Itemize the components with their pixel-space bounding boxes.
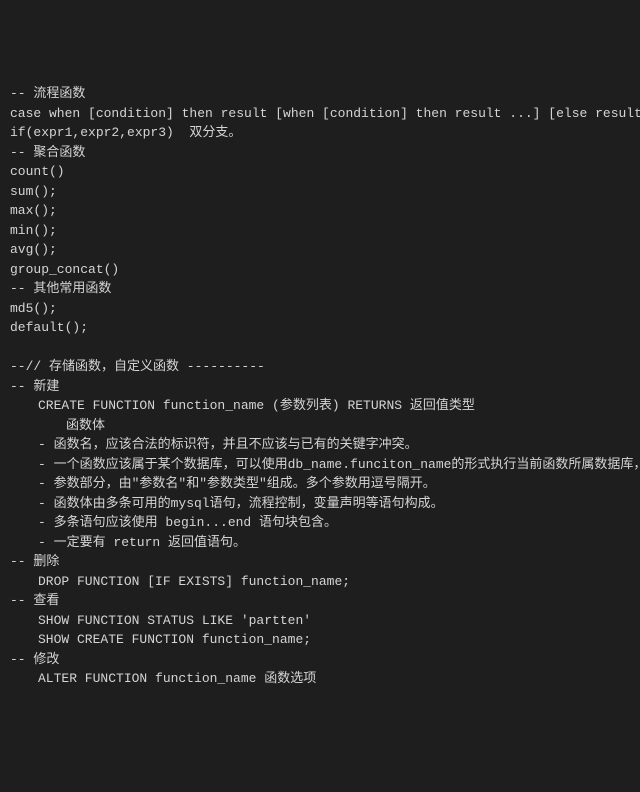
code-line: min(); [10,221,630,241]
code-line: ALTER FUNCTION function_name 函数选项 [10,669,630,689]
code-line: 函数体 [10,416,630,436]
code-line: group_concat() [10,260,630,280]
code-line: -- 流程函数 [10,84,630,104]
code-line: case when [condition] then result [when … [10,104,630,124]
code-line: - 函数体由多条可用的mysql语句，流程控制，变量声明等语句构成。 [10,494,630,514]
code-line: avg(); [10,240,630,260]
code-line: default(); [10,318,630,338]
code-line: md5(); [10,299,630,319]
code-line: -- 查看 [10,591,630,611]
code-line: -- 删除 [10,552,630,572]
code-line: SHOW CREATE FUNCTION function_name; [10,630,630,650]
code-line: - 多条语句应该使用 begin...end 语句块包含。 [10,513,630,533]
code-line: - 一定要有 return 返回值语句。 [10,533,630,553]
code-line: -- 聚合函数 [10,143,630,163]
code-line: - 一个函数应该属于某个数据库，可以使用db_name.funciton_nam… [10,455,630,475]
code-line: - 函数名，应该合法的标识符，并且不应该与已有的关键字冲突。 [10,435,630,455]
code-line: --// 存储函数，自定义函数 ---------- [10,357,630,377]
code-line: - 参数部分，由"参数名"和"参数类型"组成。多个参数用逗号隔开。 [10,474,630,494]
code-line: SHOW FUNCTION STATUS LIKE 'partten' [10,611,630,631]
code-block: -- 流程函数case when [condition] then result… [10,84,630,689]
code-line: DROP FUNCTION [IF EXISTS] function_name; [10,572,630,592]
code-line: CREATE FUNCTION function_name (参数列表) RET… [10,396,630,416]
code-line [10,338,630,358]
code-line: sum(); [10,182,630,202]
code-line: if(expr1,expr2,expr3) 双分支。 [10,123,630,143]
code-line: -- 新建 [10,377,630,397]
code-line: max(); [10,201,630,221]
code-line: -- 修改 [10,650,630,670]
code-line: -- 其他常用函数 [10,279,630,299]
code-line: count() [10,162,630,182]
